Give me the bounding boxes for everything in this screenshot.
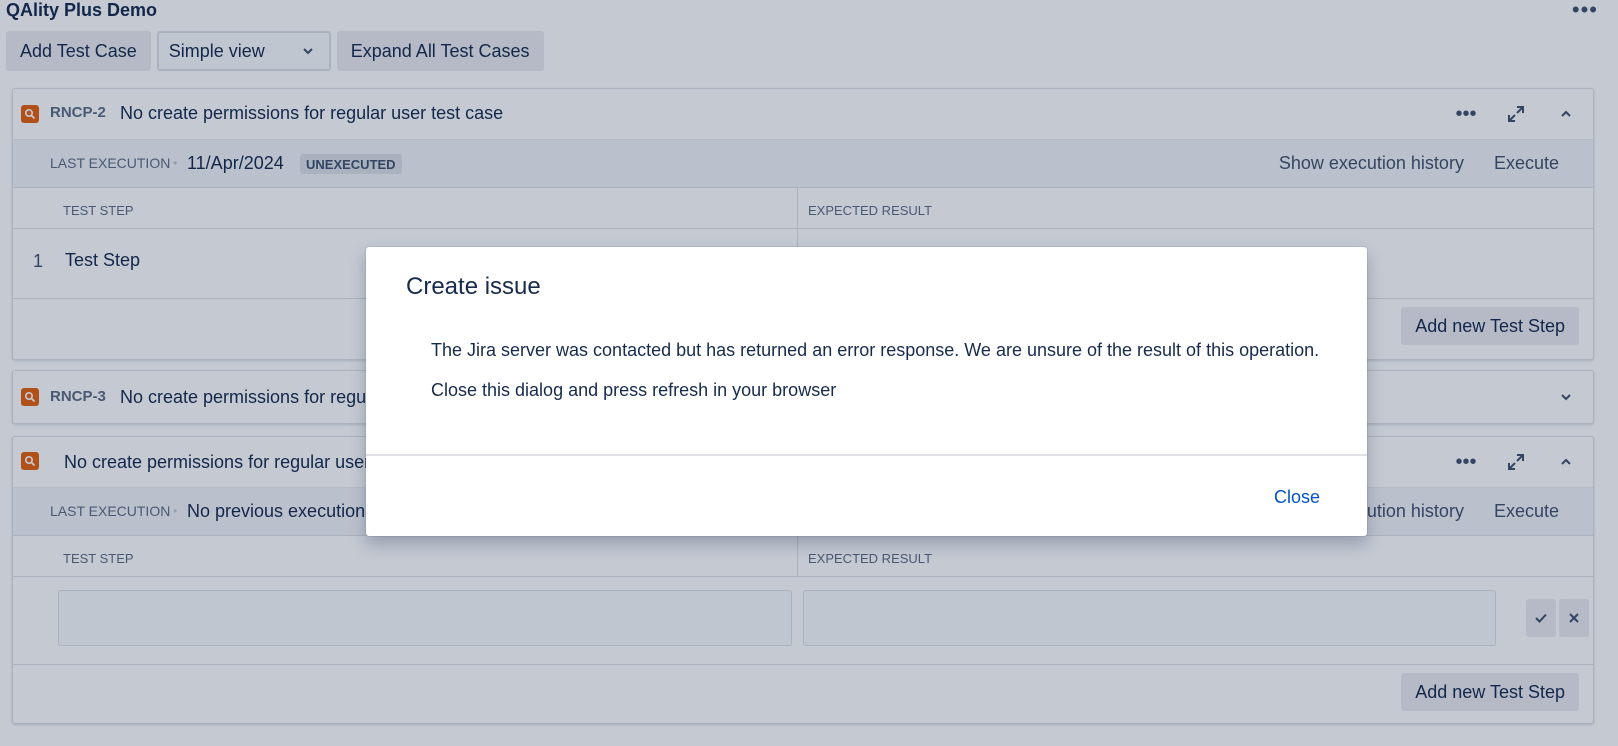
- dialog-divider: [366, 454, 1367, 456]
- refresh-instruction: Close this dialog and press refresh in y…: [431, 380, 837, 400]
- error-message: The Jira server was contacted but has re…: [431, 340, 1320, 360]
- close-button[interactable]: Close: [1274, 487, 1320, 508]
- dialog-title: Create issue: [406, 273, 541, 300]
- create-issue-dialog: Create issue The Jira server was contact…: [366, 247, 1367, 536]
- page: QAlity Plus Demo ••• Add Test Case Simpl…: [0, 0, 1618, 746]
